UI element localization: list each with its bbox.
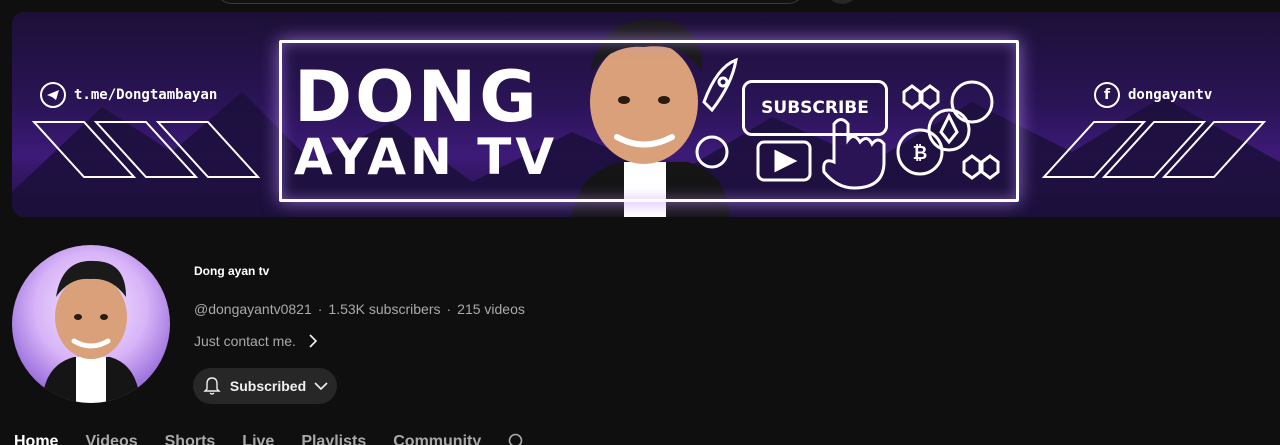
tab-live[interactable]: Live: [242, 433, 274, 445]
tab-home[interactable]: Home: [14, 433, 58, 445]
subscribed-label: Subscribed: [229, 378, 307, 394]
bell-icon: [203, 377, 221, 395]
channel-name: Dong ayan tv: [194, 264, 270, 278]
search-box[interactable]: [215, 0, 805, 4]
channel-handle: @dongayantv0821: [194, 301, 312, 317]
subscribed-button[interactable]: Subscribed: [193, 368, 337, 404]
top-bar: [0, 0, 1280, 12]
channel-description[interactable]: Just contact me.: [194, 333, 318, 349]
telegram-link: t.me/Dongtambayan: [40, 82, 217, 108]
channel-banner: ₿ DONG AYAN TV SUBSCRIBE t.me/Dongtambay…: [12, 12, 1280, 217]
facebook-handle: dongayantv: [1128, 87, 1213, 103]
facebook-icon: f: [1094, 82, 1120, 108]
tab-community[interactable]: Community: [393, 433, 481, 445]
description-text: Just contact me.: [194, 333, 296, 349]
telegram-handle: t.me/Dongtambayan: [74, 87, 218, 103]
meta-separator: ·: [446, 301, 452, 317]
subscriber-count: 1.53K subscribers: [328, 301, 441, 317]
search-icon[interactable]: [508, 433, 526, 445]
facebook-link: f dongayantv: [1094, 82, 1212, 108]
voice-search-button[interactable]: [824, 0, 860, 4]
tab-videos[interactable]: Videos: [85, 433, 137, 445]
chevron-right-icon: [309, 334, 318, 348]
video-count: 215 videos: [457, 301, 525, 317]
brand-title-line1: DONG: [294, 56, 540, 138]
tab-playlists[interactable]: Playlists: [301, 433, 366, 445]
meta-separator: ·: [317, 301, 323, 317]
avatar-caricature: [42, 260, 140, 403]
chevron-down-icon: [314, 382, 328, 391]
brand-title-line2: AYAN TV: [294, 128, 559, 186]
tab-shorts[interactable]: Shorts: [165, 433, 216, 445]
channel-avatar[interactable]: [12, 245, 170, 403]
channel-meta: @dongayantv0821 · 1.53K subscribers · 21…: [194, 301, 525, 317]
telegram-icon: [40, 82, 66, 108]
channel-tabs: Home Videos Shorts Live Playlists Commun…: [14, 433, 526, 445]
banner-subscribe-graphic: SUBSCRIBE: [742, 80, 888, 136]
